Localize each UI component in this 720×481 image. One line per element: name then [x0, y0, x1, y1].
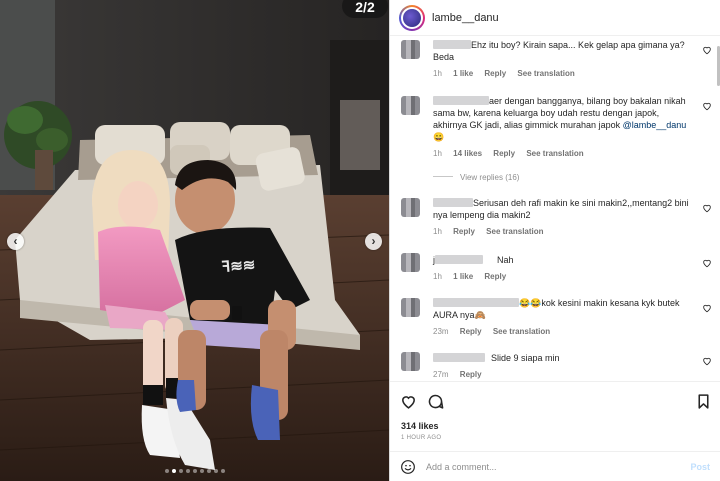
view-replies-button[interactable]: View replies (16) — [433, 173, 519, 182]
comment-text: Ehz itu boy? Kirain sapa... Kek gelap ap… — [433, 40, 685, 62]
photo-scene: ꟻ≋≋ — [0, 0, 389, 481]
comment-likes[interactable]: 1 like — [453, 69, 473, 78]
post-username[interactable]: lambe__danu — [432, 12, 499, 24]
comment-meta: 23m Reply See translation — [433, 326, 691, 338]
comment-time: 1h — [433, 149, 442, 158]
bookmark-icon[interactable] — [695, 393, 712, 410]
commenter-avatar[interactable] — [401, 96, 420, 115]
blurred-username[interactable] — [433, 353, 485, 362]
heart-icon[interactable] — [702, 45, 712, 55]
svg-text:ꟻ≋≋: ꟻ≋≋ — [221, 257, 256, 276]
chevron-left-icon[interactable]: ‹ — [7, 233, 24, 250]
comment-text: Slide 9 siapa min — [491, 353, 560, 363]
comment-bubble-icon[interactable] — [427, 393, 444, 410]
see-translation-button[interactable]: See translation — [486, 227, 543, 236]
comment-meta: 1h 14 likes Reply See translation — [433, 148, 691, 160]
slide-dot — [206, 469, 211, 473]
slide-dot — [220, 469, 225, 473]
see-translation-button[interactable]: See translation — [526, 149, 583, 158]
comment-likes[interactable]: 14 likes — [453, 149, 482, 158]
profile-avatar[interactable] — [399, 4, 425, 31]
comments-list[interactable]: Ehz itu boy? Kirain sapa... Kek gelap ap… — [390, 36, 720, 381]
post-photo[interactable]: ꟻ≋≋ 2/2 ‹ › — [0, 0, 389, 481]
blurred-username[interactable] — [433, 198, 473, 207]
comment-meta: 27m Reply — [433, 369, 691, 381]
heart-icon[interactable] — [702, 303, 712, 313]
post-header: lambe__danu — [390, 0, 720, 36]
slide-dot — [213, 469, 218, 473]
likes-count[interactable]: 314 likes — [401, 421, 439, 431]
commenter-avatar[interactable] — [401, 198, 420, 217]
commenter-avatar[interactable] — [401, 40, 420, 59]
slide-dot — [192, 469, 197, 473]
mention-link[interactable]: @lambe__danu — [623, 120, 687, 130]
comment-input[interactable] — [426, 461, 676, 472]
see-translation-button[interactable]: See translation — [493, 327, 550, 336]
reply-button[interactable]: Reply — [493, 149, 515, 158]
comment-time: 1h — [433, 272, 442, 281]
reply-button[interactable]: Reply — [460, 370, 482, 379]
reply-button[interactable]: Reply — [484, 69, 506, 78]
commenter-avatar[interactable] — [401, 253, 420, 272]
slide-dot — [178, 469, 183, 473]
heart-icon[interactable] — [702, 356, 712, 366]
comment-meta: 1h Reply See translation — [433, 226, 691, 238]
comments-scrollbar[interactable] — [716, 36, 720, 381]
post-detail-pane: lambe__danu Ehz itu boy? Kirain sapa... … — [389, 0, 720, 481]
commenter-avatar[interactable] — [401, 352, 420, 371]
add-comment-bar: Post — [390, 451, 720, 481]
comment-body: 😂😂kok kesini makin kesana kyk butek AURA… — [433, 297, 691, 338]
comment-body: Ehz itu boy? Kirain sapa... Kek gelap ap… — [433, 39, 691, 80]
chevron-right-icon[interactable]: › — [365, 233, 382, 250]
comment-emoji-end: 🙈 — [474, 310, 486, 320]
slide-counter: 2/2 — [342, 0, 388, 18]
comment-time: 1h — [433, 227, 442, 236]
slide-dot — [185, 469, 190, 473]
comment-time: 1h — [433, 69, 442, 78]
comment-emoji: 😂😂 — [519, 298, 542, 308]
view-replies-label: View replies (16) — [460, 173, 520, 182]
comment-meta: 1h 1 like Reply See translation — [433, 68, 691, 80]
see-translation-button[interactable]: See translation — [517, 69, 574, 78]
post-button[interactable]: Post — [690, 462, 710, 472]
blurred-username[interactable] — [433, 298, 519, 307]
reply-button[interactable]: Reply — [453, 227, 475, 236]
comment-time: 27m — [433, 370, 449, 379]
reply-button[interactable]: Reply — [460, 327, 482, 336]
heart-icon[interactable] — [702, 101, 712, 111]
blurred-username[interactable] — [433, 40, 471, 49]
comment-body: j Nah 1h 1 like Reply — [433, 254, 691, 283]
comment-text: Nah — [497, 255, 514, 265]
blurred-username[interactable] — [435, 255, 483, 264]
reply-button[interactable]: Reply — [484, 272, 506, 281]
comment-emoji: 😀 — [433, 132, 445, 142]
slide-dot — [164, 469, 169, 473]
slide-dot — [171, 469, 176, 473]
smiley-icon[interactable] — [400, 459, 416, 475]
comment-time: 23m — [433, 327, 449, 336]
comment-meta: 1h 1 like Reply — [433, 271, 691, 283]
heart-icon[interactable] — [702, 203, 712, 213]
slide-indicator-dots — [0, 469, 389, 473]
comment-likes[interactable]: 1 like — [453, 272, 473, 281]
commenter-avatar[interactable] — [401, 298, 420, 317]
slide-dot — [199, 469, 204, 473]
post-actions: 314 likes 1 HOUR AGO — [390, 381, 720, 447]
heart-icon[interactable] — [400, 393, 417, 410]
blurred-username[interactable] — [433, 96, 489, 105]
comment-body: aer dengan bangganya, bilang boy bakalan… — [433, 95, 691, 160]
comment-body: Slide 9 siapa min 27m Reply — [433, 352, 691, 381]
heart-icon[interactable] — [702, 258, 712, 268]
post-timestamp: 1 HOUR AGO — [401, 435, 442, 441]
comment-body: Seriusan deh rafi makin ke sini makin2,,… — [433, 197, 691, 238]
